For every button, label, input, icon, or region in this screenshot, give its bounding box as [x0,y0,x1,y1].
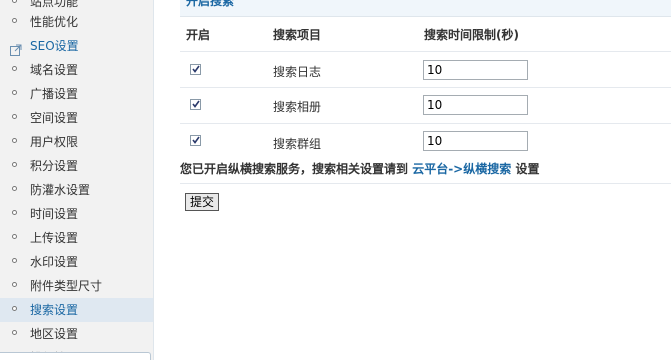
circle-bullet-icon [12,18,17,23]
sidebar-item-search[interactable]: 搜索设置 [0,298,153,322]
sidebar-item-region[interactable]: 地区设置 [0,322,153,346]
cloud-search-notice: 您已开启纵横搜索服务，搜索相关设置请到 云平台->纵横搜索 设置 [180,160,671,184]
column-header-enable: 开启 [186,28,211,42]
sidebar-item-label: 地区设置 [30,327,79,341]
sidebar-item-label: 积分设置 [30,159,79,173]
sidebar-item-anti-spam[interactable]: 防灌水设置 [0,178,153,202]
item-label-group: 搜索群组 [273,137,322,151]
sidebar-item-credits[interactable]: 积分设置 [0,154,153,178]
sidebar-item-label: 广播设置 [30,87,79,101]
external-link-icon [10,40,22,56]
sidebar-item-label: 搜索设置 [30,303,79,317]
checkmark-icon [192,65,200,73]
sidebar-item-seo[interactable]: SEO设置 [0,34,153,58]
submit-button[interactable]: 提交 [185,193,220,211]
sidebar-item-user-permissions[interactable]: 用户权限 [0,130,153,154]
section-title: 开启搜索 [186,0,235,8]
sidebar-item-label: 上传设置 [30,231,79,245]
column-header-limit: 搜索时间限制(秒) [424,28,519,42]
limit-input-log[interactable] [423,60,528,80]
enable-checkbox-log[interactable] [190,64,201,75]
sidebar-item-time[interactable]: 时间设置 [0,202,153,226]
table-row: 搜索群组 [180,124,671,159]
section-title-bar: 开启搜索 [180,0,671,17]
table-row: 搜索日志 [180,52,671,88]
cloud-platform-link[interactable]: 云平台->纵横搜索 [412,162,511,176]
sidebar-item-label: 性能优化 [30,15,79,29]
circle-bullet-icon [12,138,17,143]
circle-bullet-icon [12,234,17,239]
sidebar-item-label: 附件类型尺寸 [30,279,103,293]
item-label-album: 搜索相册 [273,100,322,114]
sidebar-item-label: 用户权限 [30,135,79,149]
sidebar-item-watermark[interactable]: 水印设置 [0,250,153,274]
notice-prefix: 您已开启纵横搜索服务，搜索相关设置请到 [180,162,409,176]
circle-bullet-icon [12,162,17,167]
sidebar-item-attachment-types[interactable]: 附件类型尺寸 [0,274,153,298]
sidebar-item-upload[interactable]: 上传设置 [0,226,153,250]
limit-input-group[interactable] [423,131,528,151]
enable-checkbox-group[interactable] [190,135,201,146]
sidebar-item-label: 域名设置 [30,63,79,77]
sidebar-item-broadcast[interactable]: 广播设置 [0,82,153,106]
circle-bullet-icon [12,66,17,71]
enable-checkbox-album[interactable] [190,99,201,110]
circle-bullet-icon [12,330,17,335]
sidebar-item-domain[interactable]: 域名设置 [0,58,153,82]
sidebar-item-label: 防灌水设置 [30,183,91,197]
circle-bullet-icon [12,306,17,311]
sidebar-item-label: SEO设置 [30,39,79,53]
sidebar-item-space[interactable]: 空间设置 [0,106,153,130]
main-panel: 开启搜索 开启 搜索项目 搜索时间限制(秒) 搜索日志 搜索相册 搜索群 [154,0,671,360]
circle-bullet-icon [12,282,17,287]
circle-bullet-icon [12,114,17,119]
column-header-item: 搜索项目 [273,28,322,42]
checkmark-icon [192,136,200,144]
circle-bullet-icon [12,258,17,263]
circle-bullet-icon [12,186,17,191]
notice-suffix: 设置 [515,162,540,176]
table-header: 开启 搜索项目 搜索时间限制(秒) [180,16,671,52]
limit-input-album[interactable] [423,95,528,115]
item-label-log: 搜索日志 [273,65,322,79]
sidebar-item-label: 时间设置 [30,207,79,221]
circle-bullet-icon [12,0,17,3]
circle-bullet-icon [12,90,17,95]
sidebar-scroll-edge [0,352,151,360]
sidebar-item-performance[interactable]: 性能优化 [0,10,153,34]
circle-bullet-icon [12,210,17,215]
checkmark-icon [192,100,200,108]
sidebar-item-label: 水印设置 [30,255,79,269]
sidebar-item-label: 空间设置 [30,111,79,125]
sidebar: 站点功能 性能优化 SEO设置 域名设置 广播设置 空间设置 用户权限 积分设置 [0,0,154,360]
table-row: 搜索相册 [180,88,671,124]
